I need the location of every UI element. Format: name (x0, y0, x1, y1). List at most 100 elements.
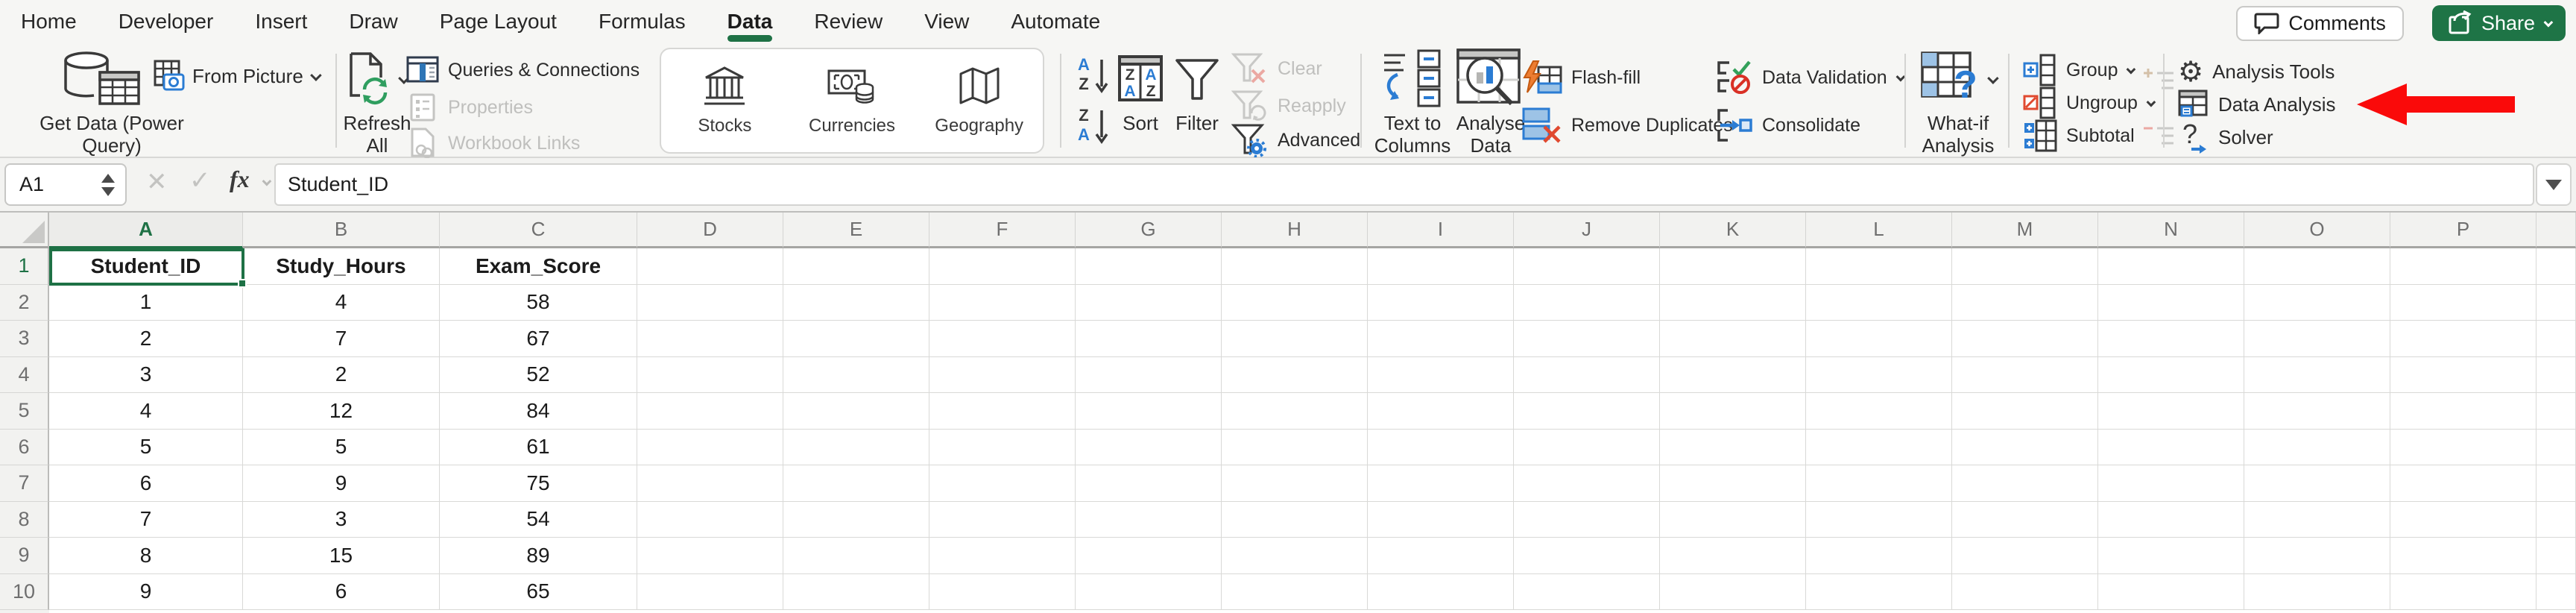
insert-function-button[interactable]: fx (230, 166, 250, 193)
cell-E2[interactable] (783, 285, 929, 321)
cell-H9[interactable] (1222, 538, 1368, 574)
cell-E1[interactable] (783, 248, 929, 285)
geography-button[interactable]: Geography (915, 49, 1043, 152)
sort-button[interactable]: Z A A Z Sort (1114, 46, 1167, 134)
cell-H6[interactable] (1222, 430, 1368, 466)
cell-D9[interactable] (637, 538, 783, 574)
cell-J5[interactable] (1514, 393, 1660, 430)
cell-E6[interactable] (783, 430, 929, 466)
tab-draw[interactable]: Draw (349, 0, 397, 43)
cell-L3[interactable] (1806, 321, 1952, 357)
cell-K10[interactable] (1660, 574, 1806, 611)
row-header-8[interactable]: 8 (0, 502, 49, 538)
cell-L7[interactable] (1806, 465, 1952, 502)
remove-duplicates-button[interactable]: Remove Duplicates (1522, 109, 1733, 142)
cell-P6[interactable] (2390, 430, 2536, 466)
cell-E3[interactable] (783, 321, 929, 357)
row-header-7[interactable]: 7 (0, 465, 49, 502)
cell-C5[interactable]: 84 (440, 393, 637, 430)
cell-F6[interactable] (929, 430, 1076, 466)
cell-I4[interactable] (1368, 357, 1514, 394)
tab-page-layout[interactable]: Page Layout (440, 0, 557, 43)
cell-A9[interactable]: 8 (49, 538, 243, 574)
clear-filter-button[interactable]: Clear (1231, 52, 1322, 85)
consolidate-button[interactable]: Consolidate (1716, 109, 1860, 142)
cell-N5[interactable] (2098, 393, 2244, 430)
cell-I8[interactable] (1368, 502, 1514, 538)
cell-K8[interactable] (1660, 502, 1806, 538)
cell-L10[interactable] (1806, 574, 1952, 611)
cell-P9[interactable] (2390, 538, 2536, 574)
cell-K6[interactable] (1660, 430, 1806, 466)
cell-O6[interactable] (2244, 430, 2390, 466)
formula-input[interactable]: Student_ID (274, 163, 2534, 206)
cell-E10[interactable] (783, 574, 929, 611)
cell-C10[interactable]: 65 (440, 574, 637, 611)
tab-developer[interactable]: Developer (119, 0, 214, 43)
cell-B7[interactable]: 9 (243, 465, 440, 502)
tab-view[interactable]: View (924, 0, 969, 43)
cell-G7[interactable] (1076, 465, 1222, 502)
subtotal-button[interactable]: Subtotal (2023, 119, 2135, 152)
cell-B8[interactable]: 3 (243, 502, 440, 538)
cell-I1[interactable] (1368, 248, 1514, 285)
cell-M6[interactable] (1952, 430, 2098, 466)
show-detail-button[interactable] (2141, 66, 2176, 98)
cell-K7[interactable] (1660, 465, 1806, 502)
row-header-3[interactable]: 3 (0, 321, 49, 357)
tab-insert[interactable]: Insert (255, 0, 307, 43)
column-header-D[interactable]: D (637, 213, 783, 248)
cell-B6[interactable]: 5 (243, 430, 440, 466)
row-header-5[interactable]: 5 (0, 393, 49, 430)
workbook-links-button[interactable]: Workbook Links (406, 127, 580, 160)
column-header-F[interactable]: F (929, 213, 1076, 248)
cell-L1[interactable] (1806, 248, 1952, 285)
cell-P4[interactable] (2390, 357, 2536, 394)
cell-A7[interactable]: 6 (49, 465, 243, 502)
reapply-filter-button[interactable]: Reapply (1231, 89, 1346, 122)
column-header-G[interactable]: G (1076, 213, 1222, 248)
cell-A5[interactable]: 4 (49, 393, 243, 430)
cell-O5[interactable] (2244, 393, 2390, 430)
cell-I5[interactable] (1368, 393, 1514, 430)
column-header-C[interactable]: C (440, 213, 637, 248)
cell-J1[interactable] (1514, 248, 1660, 285)
row-header-6[interactable]: 6 (0, 430, 49, 466)
cell-N10[interactable] (2098, 574, 2244, 611)
group-button[interactable]: Group (2023, 54, 2133, 87)
tab-home[interactable]: Home (21, 0, 77, 43)
ungroup-button[interactable]: Ungroup (2023, 87, 2153, 119)
cell-H8[interactable] (1222, 502, 1368, 538)
cell-C6[interactable]: 61 (440, 430, 637, 466)
cell-B10[interactable]: 6 (243, 574, 440, 611)
cell-K4[interactable] (1660, 357, 1806, 394)
cell-C3[interactable]: 67 (440, 321, 637, 357)
text-to-columns-button[interactable]: Text to Columns (1371, 46, 1453, 157)
cell-H5[interactable] (1222, 393, 1368, 430)
cell-D4[interactable] (637, 357, 783, 394)
cell-M2[interactable] (1952, 285, 2098, 321)
column-header-E[interactable]: E (783, 213, 929, 248)
cell-C7[interactable]: 75 (440, 465, 637, 502)
cell-F2[interactable] (929, 285, 1076, 321)
column-header-O[interactable]: O (2244, 213, 2390, 248)
cell-G8[interactable] (1076, 502, 1222, 538)
column-header-K[interactable]: K (1660, 213, 1806, 248)
row-header-2[interactable]: 2 (0, 285, 49, 321)
cell-D7[interactable] (637, 465, 783, 502)
cell-I7[interactable] (1368, 465, 1514, 502)
advanced-filter-button[interactable]: Advanced (1231, 124, 1360, 157)
tab-formulas[interactable]: Formulas (599, 0, 686, 43)
comments-button[interactable]: Comments (2236, 6, 2404, 41)
row-header-1[interactable]: 1 (0, 248, 49, 285)
cell-L4[interactable] (1806, 357, 1952, 394)
cell-H4[interactable] (1222, 357, 1368, 394)
column-header-N[interactable]: N (2098, 213, 2244, 248)
cell-O1[interactable] (2244, 248, 2390, 285)
cell-E9[interactable] (783, 538, 929, 574)
sort-descending-button[interactable]: Z A (1078, 106, 1112, 150)
cell-M5[interactable] (1952, 393, 2098, 430)
cell-G2[interactable] (1076, 285, 1222, 321)
analysis-tools-button[interactable]: ⚙ Analysis Tools (2178, 55, 2334, 88)
cell-E4[interactable] (783, 357, 929, 394)
